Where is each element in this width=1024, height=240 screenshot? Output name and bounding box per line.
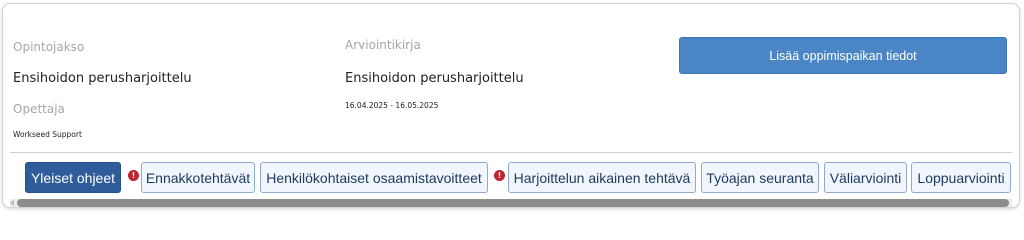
tab-mid-assessment[interactable]: Väliarviointi — [824, 162, 907, 193]
assessment-dates: 16.04.2025 - 16.05.2025 — [345, 101, 439, 110]
tab-pre-assignments[interactable]: Ennakkotehtävät — [141, 162, 255, 193]
exclamation-circle-icon: ! — [494, 170, 505, 181]
course-value: Ensihoidon perusharjoittelu — [13, 71, 192, 86]
course-label: Opintojakso — [13, 40, 85, 54]
assessment-label: Arviointikirja — [345, 38, 421, 52]
tab-internship-task[interactable]: Harjoittelun aikainen tehtävä — [508, 162, 696, 193]
scrollbar-thumb[interactable] — [17, 199, 1009, 207]
course-info-card: Opintojakso Ensihoidon perusharjoittelu … — [2, 3, 1020, 208]
section-divider — [10, 152, 1012, 153]
tab-bar: Yleiset ohjeet ! Ennakkotehtävät Henkilö… — [24, 162, 1019, 193]
add-workplace-info-button[interactable]: Lisää oppimispaikan tiedot — [679, 37, 1007, 74]
horizontal-scrollbar[interactable] — [10, 199, 1012, 207]
scroll-left-arrow-icon[interactable] — [10, 200, 14, 206]
tab-general-instructions[interactable]: Yleiset ohjeet — [25, 162, 121, 193]
tab-work-time-tracking[interactable]: Työajan seuranta — [701, 162, 819, 193]
tab-final-assessment[interactable]: Loppuarviointi — [911, 162, 1011, 193]
exclamation-circle-icon: ! — [128, 170, 139, 181]
teacher-label: Opettaja — [13, 102, 65, 116]
assessment-value: Ensihoidon perusharjoittelu — [345, 71, 524, 86]
tab-personal-goals[interactable]: Henkilökohtaiset osaamistavoitteet — [260, 162, 488, 193]
teacher-value: Workseed Support — [13, 130, 82, 139]
